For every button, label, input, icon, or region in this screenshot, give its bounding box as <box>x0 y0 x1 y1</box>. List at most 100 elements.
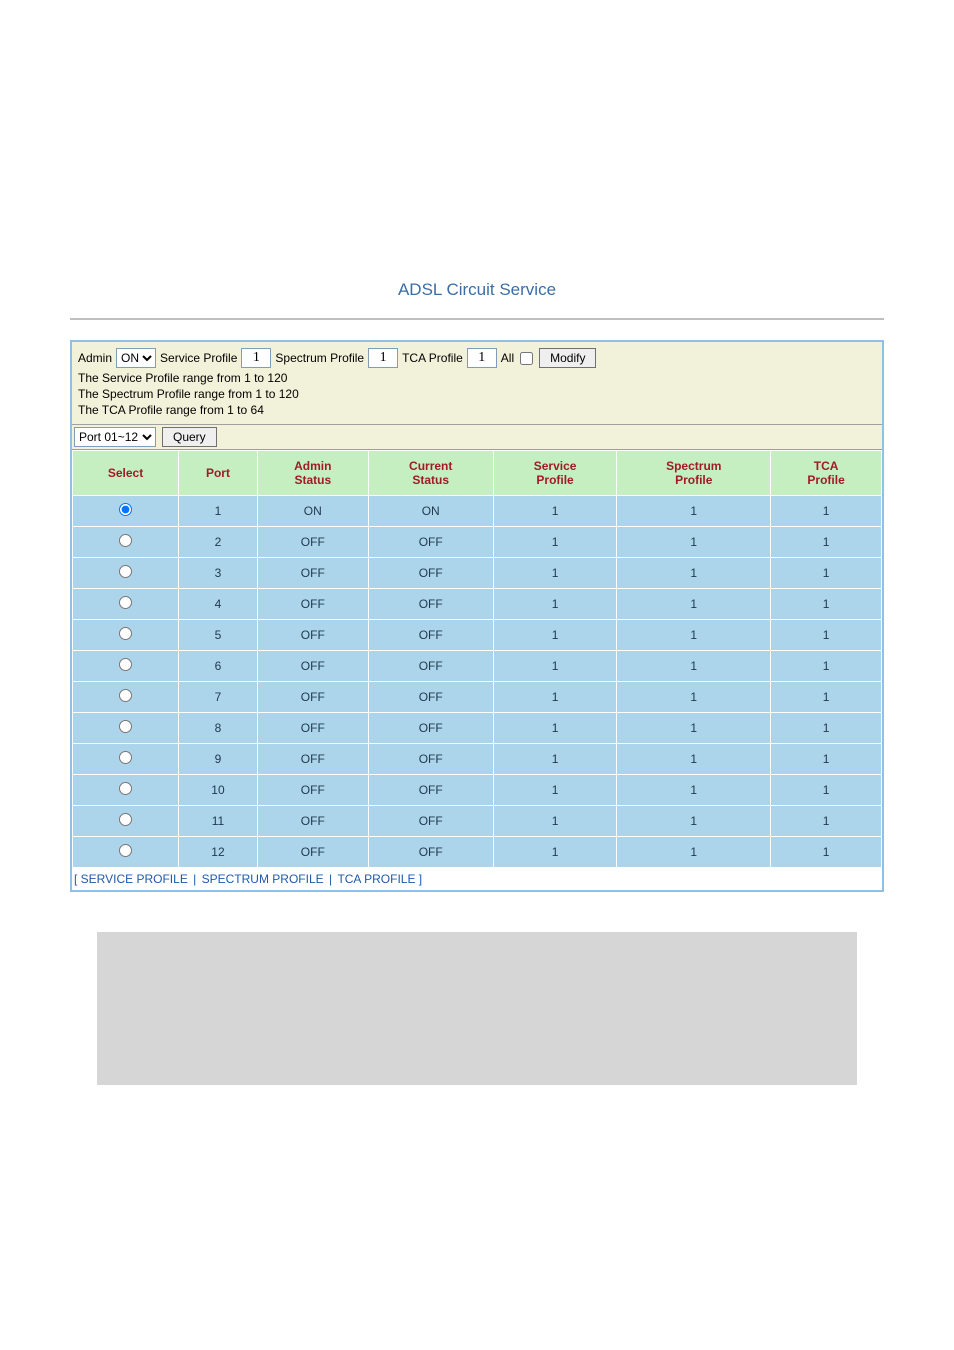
row-select-radio[interactable] <box>119 844 132 857</box>
cell-spectrum-profile: 1 <box>617 775 771 806</box>
row-select-radio[interactable] <box>119 503 132 516</box>
cell-spectrum-profile: 1 <box>617 527 771 558</box>
all-label: All <box>501 351 514 365</box>
cell-spectrum-profile: 1 <box>617 558 771 589</box>
cell-spectrum-profile: 1 <box>617 837 771 868</box>
title-divider <box>70 318 884 320</box>
cell-service-profile: 1 <box>493 651 617 682</box>
cell-tca-profile: 1 <box>771 806 882 837</box>
th-service-profile: ServiceProfile <box>493 451 617 496</box>
cell-port: 9 <box>179 744 258 775</box>
cell-port: 5 <box>179 620 258 651</box>
th-current-status: CurrentStatus <box>368 451 493 496</box>
cell-service-profile: 1 <box>493 744 617 775</box>
cell-tca-profile: 1 <box>771 558 882 589</box>
spectrum-profile-label: Spectrum Profile <box>275 351 364 365</box>
table-row: 2OFFOFF111 <box>73 527 882 558</box>
table-row: 12OFFOFF111 <box>73 837 882 868</box>
table-row: 10OFFOFF111 <box>73 775 882 806</box>
row-select-radio[interactable] <box>119 782 132 795</box>
port-range-select[interactable]: Port 01~12 <box>74 427 156 447</box>
cell-tca-profile: 1 <box>771 682 882 713</box>
table-row: 7OFFOFF111 <box>73 682 882 713</box>
cell-admin-status: OFF <box>257 527 368 558</box>
port-table: Select Port AdminStatus CurrentStatus Se… <box>72 450 882 868</box>
cell-service-profile: 1 <box>493 496 617 527</box>
spectrum-profile-input[interactable] <box>368 348 398 368</box>
link-service-profile[interactable]: SERVICE PROFILE <box>81 872 188 886</box>
cell-service-profile: 1 <box>493 713 617 744</box>
cell-port: 1 <box>179 496 258 527</box>
cell-current-status: OFF <box>368 806 493 837</box>
table-row: 4OFFOFF111 <box>73 589 882 620</box>
row-select-radio[interactable] <box>119 627 132 640</box>
cell-service-profile: 1 <box>493 589 617 620</box>
cell-current-status: OFF <box>368 651 493 682</box>
cell-port: 11 <box>179 806 258 837</box>
hint-service: The Service Profile range from 1 to 120 <box>78 370 876 386</box>
cell-spectrum-profile: 1 <box>617 589 771 620</box>
row-select-radio[interactable] <box>119 596 132 609</box>
cell-service-profile: 1 <box>493 682 617 713</box>
row-select-radio[interactable] <box>119 534 132 547</box>
tca-profile-label: TCA Profile <box>402 351 463 365</box>
cell-current-status: OFF <box>368 713 493 744</box>
cell-service-profile: 1 <box>493 558 617 589</box>
cell-current-status: OFF <box>368 558 493 589</box>
cell-admin-status: OFF <box>257 558 368 589</box>
row-select-radio[interactable] <box>119 813 132 826</box>
table-row: 8OFFOFF111 <box>73 713 882 744</box>
th-select: Select <box>73 451 179 496</box>
cell-admin-status: OFF <box>257 620 368 651</box>
cell-port: 2 <box>179 527 258 558</box>
cell-current-status: OFF <box>368 589 493 620</box>
row-select-radio[interactable] <box>119 565 132 578</box>
cell-service-profile: 1 <box>493 837 617 868</box>
cell-tca-profile: 1 <box>771 620 882 651</box>
tca-profile-input[interactable] <box>467 348 497 368</box>
cell-tca-profile: 1 <box>771 744 882 775</box>
link-spectrum-profile[interactable]: SPECTRUM PROFILE <box>202 872 324 886</box>
row-select-radio[interactable] <box>119 751 132 764</box>
service-profile-input[interactable] <box>241 348 271 368</box>
th-admin-status: AdminStatus <box>257 451 368 496</box>
cell-port: 4 <box>179 589 258 620</box>
th-tca-profile: TCAProfile <box>771 451 882 496</box>
admin-select[interactable]: ON <box>116 348 156 368</box>
cell-service-profile: 1 <box>493 806 617 837</box>
cell-tca-profile: 1 <box>771 775 882 806</box>
row-select-radio[interactable] <box>119 720 132 733</box>
panel: Admin ON Service Profile Spectrum Profil… <box>70 340 884 892</box>
row-select-radio[interactable] <box>119 658 132 671</box>
cell-tca-profile: 1 <box>771 589 882 620</box>
cell-current-status: ON <box>368 496 493 527</box>
cell-admin-status: OFF <box>257 682 368 713</box>
th-spectrum-profile: SpectrumProfile <box>617 451 771 496</box>
cell-admin-status: OFF <box>257 589 368 620</box>
cell-port: 12 <box>179 837 258 868</box>
cell-port: 6 <box>179 651 258 682</box>
cell-tca-profile: 1 <box>771 651 882 682</box>
profile-links-row: [ SERVICE PROFILE | SPECTRUM PROFILE | T… <box>72 868 882 890</box>
modify-button[interactable]: Modify <box>539 348 596 368</box>
cell-port: 7 <box>179 682 258 713</box>
cell-spectrum-profile: 1 <box>617 806 771 837</box>
cell-tca-profile: 1 <box>771 527 882 558</box>
cell-spectrum-profile: 1 <box>617 713 771 744</box>
cell-port: 10 <box>179 775 258 806</box>
query-button[interactable]: Query <box>162 427 217 447</box>
table-row: 11OFFOFF111 <box>73 806 882 837</box>
cell-tca-profile: 1 <box>771 496 882 527</box>
admin-label: Admin <box>78 351 112 365</box>
table-row: 5OFFOFF111 <box>73 620 882 651</box>
row-select-radio[interactable] <box>119 689 132 702</box>
link-tca-profile[interactable]: TCA PROFILE <box>337 872 415 886</box>
cell-admin-status: OFF <box>257 744 368 775</box>
cell-port: 8 <box>179 713 258 744</box>
cell-current-status: OFF <box>368 775 493 806</box>
all-checkbox[interactable] <box>520 352 533 365</box>
cell-current-status: OFF <box>368 527 493 558</box>
cell-spectrum-profile: 1 <box>617 496 771 527</box>
cell-current-status: OFF <box>368 744 493 775</box>
hint-spectrum: The Spectrum Profile range from 1 to 120 <box>78 386 876 402</box>
